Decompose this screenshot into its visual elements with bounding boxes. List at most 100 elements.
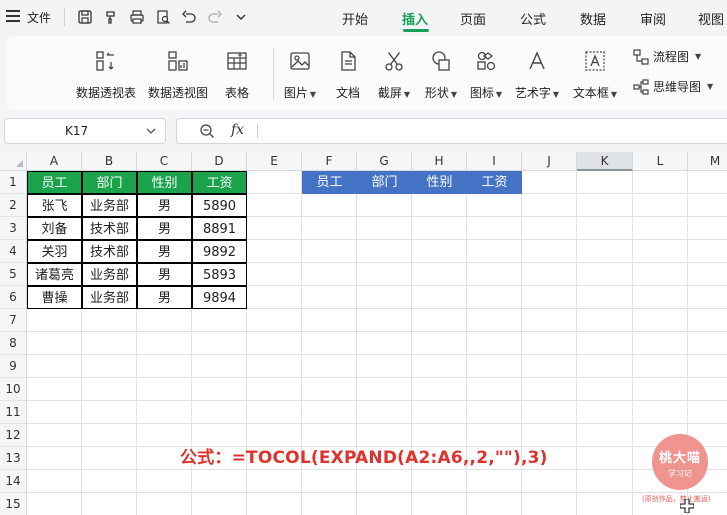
table-cell[interactable]: 曹操: [27, 286, 82, 309]
file-menu[interactable]: 文件: [27, 9, 51, 26]
select-all-corner[interactable]: [0, 152, 27, 171]
row-header-11[interactable]: 11: [0, 401, 27, 424]
print-preview-icon[interactable]: [153, 7, 173, 27]
tab-insert[interactable]: 插入: [402, 9, 428, 28]
tab-formula[interactable]: 公式: [520, 9, 546, 28]
chevron-down-icon[interactable]: [145, 125, 157, 137]
result-header-cell[interactable]: 部门: [357, 171, 412, 194]
result-header-cell[interactable]: 工资: [467, 171, 522, 194]
picture-button[interactable]: 图片 ▼: [278, 48, 322, 101]
name-box[interactable]: K17: [4, 118, 166, 144]
wordart-button[interactable]: 艺术字 ▼: [510, 48, 564, 101]
table-cell[interactable]: 业务部: [82, 286, 137, 309]
tab-view[interactable]: 视图: [698, 9, 724, 28]
spreadsheet-grid[interactable]: A B C D E F G H I J K L M 1 2 3 4 5 6 7 8 9 10 11 12 13 14 15 员工 部门 性别…: [0, 152, 727, 515]
table-cell[interactable]: 业务部: [82, 194, 137, 217]
row-header-6[interactable]: 6: [0, 286, 27, 309]
textbox-button[interactable]: 文本框 ▼: [568, 48, 622, 101]
table-cell[interactable]: 8891: [192, 217, 247, 240]
flowchart-label: 流程图: [653, 50, 690, 64]
undo-icon[interactable]: [179, 7, 199, 27]
column-header-k[interactable]: K: [577, 152, 633, 171]
row-header-15[interactable]: 15: [0, 493, 27, 515]
watermark-subtitle: 学习记: [668, 469, 692, 478]
table-cell[interactable]: 男: [137, 240, 192, 263]
table-cell[interactable]: 刘备: [27, 217, 82, 240]
formula-input[interactable]: fx: [176, 118, 727, 144]
picture-label: 图片 ▼: [283, 86, 317, 100]
table-cell[interactable]: 男: [137, 194, 192, 217]
tab-home[interactable]: 开始: [342, 9, 368, 28]
column-header-m[interactable]: M: [688, 152, 727, 171]
fx-icon[interactable]: fx: [231, 122, 244, 138]
row-header-1[interactable]: 1: [0, 171, 27, 194]
row-header-9[interactable]: 9: [0, 355, 27, 378]
table-cell[interactable]: 技术部: [82, 240, 137, 263]
row-header-12[interactable]: 12: [0, 424, 27, 447]
menu-icon[interactable]: [6, 9, 22, 23]
tab-data[interactable]: 数据: [580, 9, 606, 28]
table-cell[interactable]: 诸葛亮: [27, 263, 82, 286]
column-header-i[interactable]: I: [467, 152, 522, 171]
row-header-4[interactable]: 4: [0, 240, 27, 263]
table-cell[interactable]: 技术部: [82, 217, 137, 240]
table-button[interactable]: 表格: [220, 48, 254, 101]
table-cell[interactable]: 业务部: [82, 263, 137, 286]
table-header-cell[interactable]: 性别: [137, 171, 192, 194]
document-button[interactable]: 文档: [331, 48, 365, 101]
column-header-c[interactable]: C: [137, 152, 192, 171]
screenshot-button[interactable]: 截屏 ▼: [372, 48, 416, 101]
icon-button[interactable]: 图标 ▼: [464, 48, 508, 101]
row-header-8[interactable]: 8: [0, 332, 27, 355]
gridline: [27, 400, 727, 401]
table-cell[interactable]: 5893: [192, 263, 247, 286]
column-header-f[interactable]: F: [302, 152, 357, 171]
save-icon[interactable]: [75, 7, 95, 27]
column-header-g[interactable]: G: [357, 152, 412, 171]
table-cell[interactable]: 关羽: [27, 240, 82, 263]
row-header-3[interactable]: 3: [0, 217, 27, 240]
column-header-e[interactable]: E: [247, 152, 302, 171]
tab-review[interactable]: 审阅: [640, 9, 666, 28]
column-header-h[interactable]: H: [412, 152, 467, 171]
table-header-cell[interactable]: 员工: [27, 171, 82, 194]
column-header-a[interactable]: A: [27, 152, 82, 171]
table-cell[interactable]: 5890: [192, 194, 247, 217]
row-header-14[interactable]: 14: [0, 470, 27, 493]
row-header-13[interactable]: 13: [0, 447, 27, 470]
column-header-l[interactable]: L: [633, 152, 688, 171]
result-header-cell[interactable]: 员工: [302, 171, 357, 194]
pivot-table-label: 数据透视表: [75, 86, 136, 100]
icon-label: 图标 ▼: [469, 86, 503, 100]
pivot-chart-button[interactable]: 数据透视图: [146, 48, 210, 101]
mindmap-button[interactable]: 思维导图 ▼: [633, 78, 713, 95]
table-cell[interactable]: 9894: [192, 286, 247, 309]
table-cell[interactable]: 男: [137, 217, 192, 240]
result-header-cell[interactable]: 性别: [412, 171, 467, 194]
table-cell[interactable]: 男: [137, 263, 192, 286]
chevron-down-icon[interactable]: [231, 7, 251, 27]
table-header-cell[interactable]: 部门: [82, 171, 137, 194]
table-header-cell[interactable]: 工资: [192, 171, 247, 194]
flowchart-button[interactable]: 流程图 ▼: [633, 48, 701, 65]
print-icon[interactable]: [127, 7, 147, 27]
column-header-j[interactable]: J: [522, 152, 577, 171]
table-cell[interactable]: 张飞: [27, 194, 82, 217]
row-header-7[interactable]: 7: [0, 309, 27, 332]
icons-icon: [464, 48, 508, 74]
gridline: [632, 171, 633, 515]
table-cell[interactable]: 9892: [192, 240, 247, 263]
shape-button[interactable]: 形状 ▼: [419, 48, 463, 101]
column-header-b[interactable]: B: [82, 152, 137, 171]
table-cell[interactable]: 男: [137, 286, 192, 309]
row-header-10[interactable]: 10: [0, 378, 27, 401]
column-header-d[interactable]: D: [192, 152, 247, 171]
pivot-table-button[interactable]: 数据透视表: [74, 48, 138, 101]
tab-page[interactable]: 页面: [460, 9, 486, 28]
row-header-2[interactable]: 2: [0, 194, 27, 217]
textbox-label: 文本框 ▼: [572, 86, 618, 100]
row-header-5[interactable]: 5: [0, 263, 27, 286]
redo-icon[interactable]: [205, 7, 225, 27]
format-painter-icon[interactable]: [101, 7, 121, 27]
zoom-icon[interactable]: [199, 123, 215, 139]
